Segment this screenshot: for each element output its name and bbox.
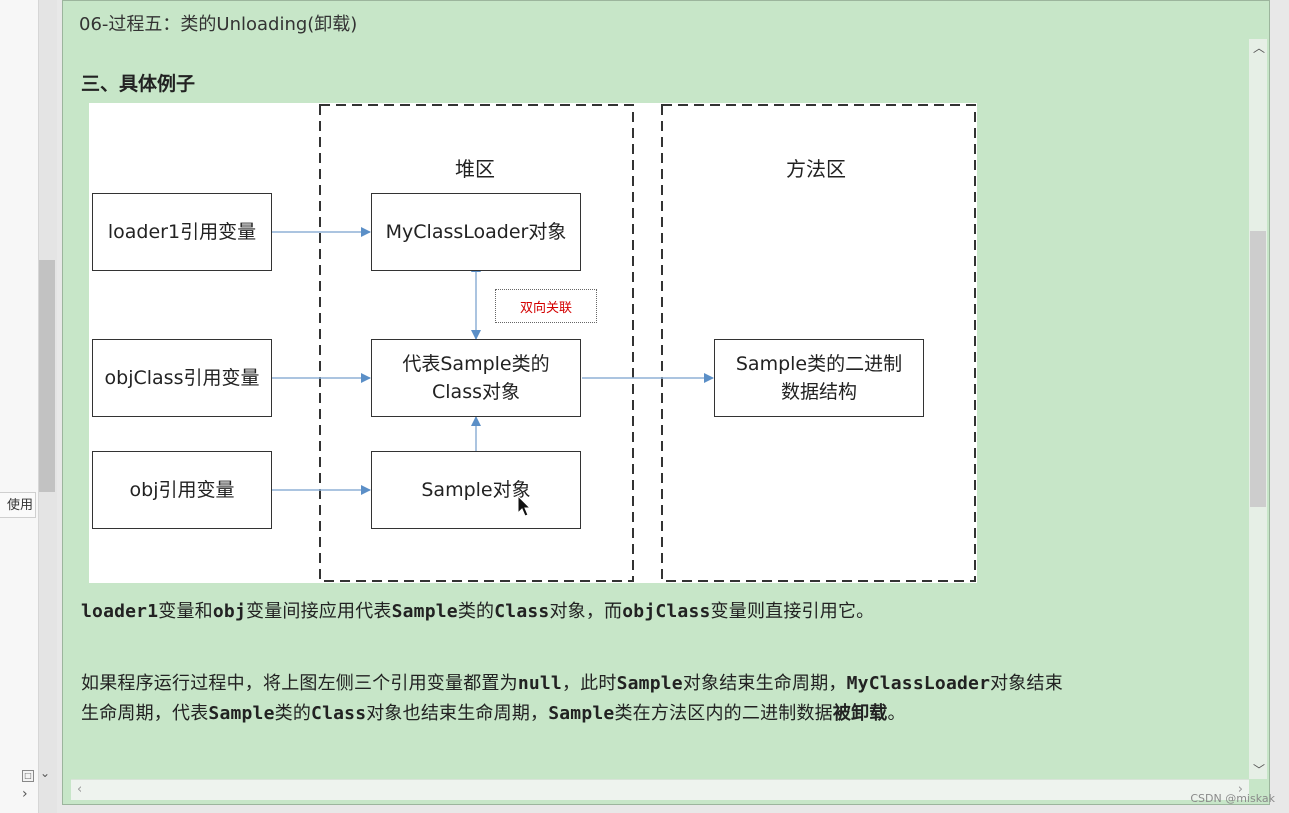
left-panel: 使用 □ ⌄ ›	[0, 0, 57, 813]
chevron-right-icon[interactable]: ›	[22, 786, 28, 802]
binary-data-box: Sample类的二进制 数据结构	[714, 339, 924, 417]
left-scroll-thumb[interactable]	[39, 260, 55, 492]
inline-code: null	[517, 673, 562, 694]
class-object-label-line2: Class对象	[432, 381, 520, 403]
inline-code: Class	[311, 703, 367, 724]
inline-code: obj	[212, 601, 246, 622]
paragraph-2-line2: 生命周期，代表Sample类的Class对象也结束生命周期，Sample类在方法…	[81, 699, 906, 725]
text-run: 被卸载	[832, 703, 888, 724]
inline-code: objClass	[622, 601, 711, 622]
unloading-diagram: 堆区 方法区 loader1引用变量 objClass引用变量 obj引用变量 …	[89, 103, 977, 583]
scroll-down-icon[interactable]: ﹀	[1253, 761, 1265, 778]
note-window: 06-过程五：类的Unloading(卸载) 三、具体例子 堆区 方法区 loa…	[62, 0, 1270, 805]
text-run: 。	[887, 703, 906, 724]
mouse-cursor-icon	[517, 495, 532, 517]
inline-code: Class	[494, 601, 550, 622]
class-object-box: 代表Sample类的 Class对象	[371, 339, 581, 417]
class-object-label-line1: 代表Sample类的	[402, 353, 550, 375]
text-run: 对象结束	[990, 673, 1063, 694]
inline-code: Sample	[548, 703, 615, 724]
vertical-scrollbar[interactable]: ︿ ﹀	[1249, 39, 1267, 779]
text-run: ，此时	[561, 673, 617, 694]
inline-code: Sample	[616, 673, 683, 694]
sample-object-label: Sample对象	[421, 479, 531, 501]
collapse-box-icon[interactable]: □	[22, 770, 34, 782]
window-title: 06-过程五：类的Unloading(卸载)	[79, 14, 358, 35]
text-run: 类的	[457, 601, 495, 622]
section-heading: 三、具体例子	[81, 73, 196, 95]
binary-data-label-line1: Sample类的二进制	[735, 353, 903, 375]
myclassloader-object-label: MyClassLoader对象	[385, 221, 567, 243]
text-run: 变量和	[158, 601, 213, 622]
vertical-scroll-thumb[interactable]	[1250, 231, 1266, 507]
text-run: 生命周期，代表	[81, 703, 209, 724]
method-area-title: 方法区	[786, 157, 846, 181]
obj-ref-box: obj引用变量	[92, 451, 272, 529]
text-run: 变量间接应用代表	[246, 601, 392, 622]
text-run: 类在方法区内的二进制数据	[614, 703, 833, 724]
inline-code: Sample	[208, 703, 275, 724]
binary-data-label-line2: 数据结构	[780, 381, 857, 403]
loader1-ref-box: loader1引用变量	[92, 193, 272, 271]
obj-ref-label: obj引用变量	[129, 479, 235, 501]
inline-code: Sample	[391, 601, 458, 622]
paragraph-2-line1: 如果程序运行过程中，将上图左侧三个引用变量都置为null，此时Sample对象结…	[81, 669, 1063, 695]
objclass-ref-box: objClass引用变量	[92, 339, 272, 417]
text-run: 类的	[274, 703, 312, 724]
text-run: 对象结束生命周期，	[682, 673, 847, 694]
text-run: 变量则直接引用它。	[710, 601, 875, 622]
sample-object-box: Sample对象	[371, 451, 581, 529]
title-bar: 06-过程五：类的Unloading(卸载)	[71, 1, 1267, 40]
chevron-down-icon[interactable]: ⌄	[40, 766, 50, 780]
objclass-ref-label: objClass引用变量	[104, 367, 260, 389]
bidirectional-label: 双向关联	[495, 289, 597, 323]
scroll-up-icon[interactable]: ︿	[1253, 39, 1265, 56]
loader1-ref-label: loader1引用变量	[107, 221, 257, 243]
scroll-left-icon[interactable]: ‹	[77, 782, 82, 797]
sidebar-label[interactable]: 使用	[0, 492, 36, 518]
heap-title: 堆区	[455, 157, 495, 181]
horizontal-scrollbar[interactable]: ‹ ›	[71, 779, 1249, 800]
watermark: CSDN @miskak	[1190, 792, 1275, 805]
paragraph-1: loader1变量和obj变量间接应用代表Sample类的Class对象，而ob…	[81, 597, 874, 623]
inline-code: MyClassLoader	[846, 673, 991, 694]
text-run: 对象也结束生命周期，	[366, 703, 549, 724]
text-run: 对象，而	[549, 601, 623, 622]
content-area: 三、具体例子 堆区 方法区 loader1引用变量 objClass引用变量 o…	[71, 39, 1249, 779]
inline-code: loader1	[81, 601, 159, 622]
myclassloader-object-box: MyClassLoader对象	[371, 193, 581, 271]
text-run: 如果程序运行过程中，将上图左侧三个引用变量都置为	[81, 673, 518, 694]
